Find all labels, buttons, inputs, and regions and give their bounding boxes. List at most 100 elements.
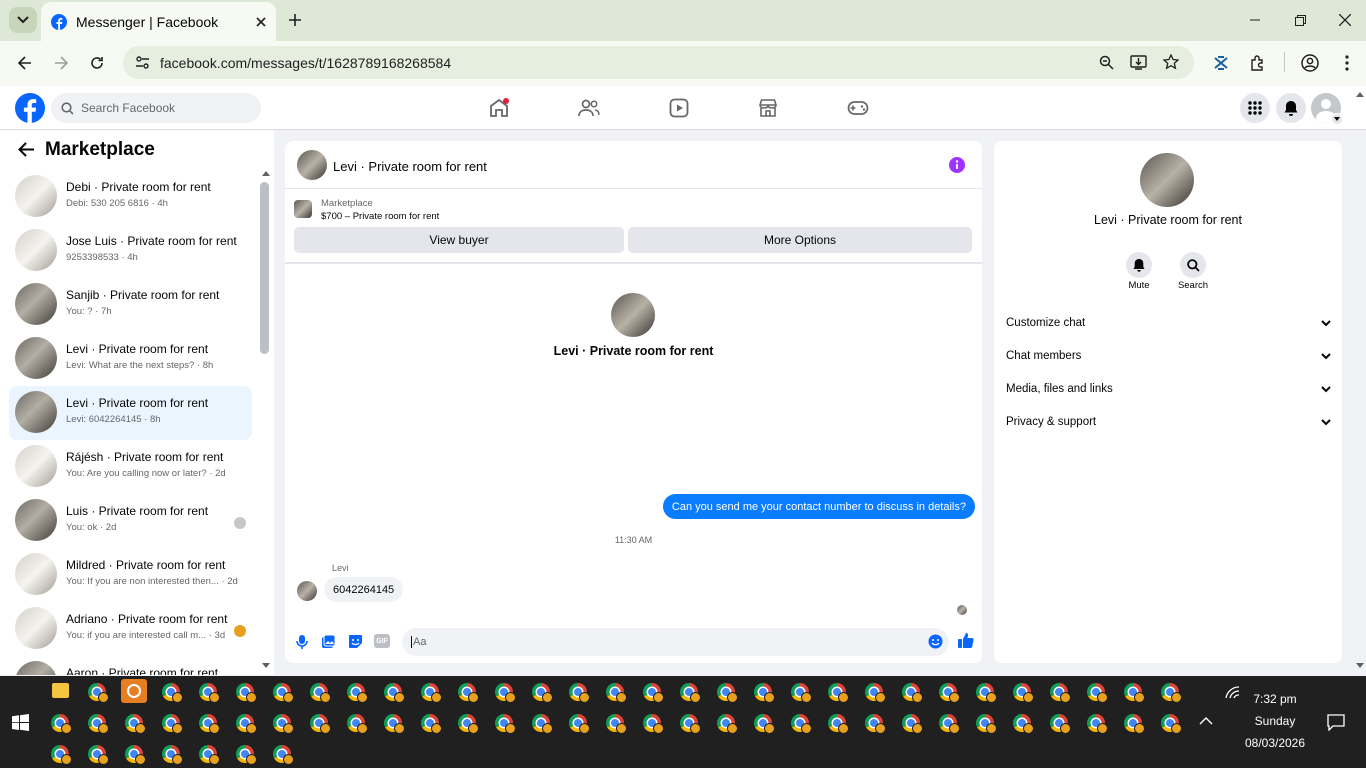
chrome-taskbar-icon[interactable] bbox=[384, 714, 405, 734]
chrome-taskbar-icon[interactable] bbox=[569, 683, 590, 703]
chrome-taskbar-icon[interactable] bbox=[643, 683, 664, 703]
chat-header-name[interactable]: Levi · Private room for rent bbox=[333, 159, 487, 174]
chrome-taskbar-icon[interactable] bbox=[532, 714, 553, 734]
chrome-taskbar-icon[interactable] bbox=[458, 714, 479, 734]
nav-home[interactable] bbox=[477, 94, 521, 122]
facebook-search[interactable]: Search Facebook bbox=[51, 93, 261, 123]
conversation-row[interactable]: Levi · Private room for rent Levi: 604226… bbox=[9, 386, 252, 440]
sticker-icon[interactable] bbox=[348, 634, 363, 649]
conversation-row[interactable]: Aaron · Private room for rent bbox=[9, 656, 252, 675]
chrome-taskbar-icon[interactable] bbox=[606, 714, 627, 734]
tab-search-dropdown[interactable] bbox=[9, 7, 37, 33]
chrome-taskbar-icon[interactable] bbox=[1013, 714, 1034, 734]
scroll-down-arrow[interactable] bbox=[262, 663, 270, 669]
chrome-taskbar-icon[interactable] bbox=[717, 683, 738, 703]
chrome-taskbar-icon[interactable] bbox=[236, 745, 257, 765]
media-files-links-section[interactable]: Media, files and links bbox=[1006, 378, 1331, 400]
chrome-taskbar-icon[interactable] bbox=[976, 714, 997, 734]
message-input[interactable]: Aa bbox=[402, 628, 949, 656]
sync-app-icon[interactable] bbox=[121, 679, 147, 703]
chrome-taskbar-icon[interactable] bbox=[51, 745, 72, 765]
microphone-icon[interactable] bbox=[296, 634, 308, 650]
extension-button[interactable] bbox=[1207, 49, 1235, 77]
file-explorer-icon[interactable] bbox=[52, 683, 69, 698]
chrome-taskbar-icon[interactable] bbox=[532, 683, 553, 703]
back-arrow-icon[interactable] bbox=[18, 142, 35, 157]
chrome-taskbar-icon[interactable] bbox=[1087, 683, 1108, 703]
minimize-button[interactable] bbox=[1232, 0, 1278, 40]
chrome-taskbar-icon[interactable] bbox=[1161, 683, 1182, 703]
chrome-taskbar-icon[interactable] bbox=[1124, 714, 1145, 734]
chrome-taskbar-icon[interactable] bbox=[1050, 683, 1071, 703]
install-app-icon[interactable] bbox=[1130, 55, 1147, 70]
chrome-taskbar-icon[interactable] bbox=[1050, 714, 1071, 734]
conversation-row[interactable]: Adriano · Private room for rent You: if y… bbox=[9, 602, 252, 656]
chrome-taskbar-icon[interactable] bbox=[791, 683, 812, 703]
notification-center-icon[interactable] bbox=[1327, 714, 1345, 731]
close-window-button[interactable] bbox=[1322, 0, 1366, 40]
reload-button[interactable] bbox=[83, 49, 111, 77]
chrome-taskbar-icon[interactable] bbox=[199, 714, 220, 734]
facebook-logo-icon[interactable] bbox=[15, 93, 45, 123]
incoming-message[interactable]: 6042264145 bbox=[324, 577, 404, 602]
chrome-taskbar-icon[interactable] bbox=[680, 683, 701, 703]
chrome-taskbar-icon[interactable] bbox=[162, 745, 183, 765]
chrome-taskbar-icon[interactable] bbox=[458, 683, 479, 703]
conversation-row[interactable]: Jose Luis · Private room for rent 9253398… bbox=[9, 224, 252, 278]
extensions-menu-button[interactable] bbox=[1244, 49, 1272, 77]
restore-button[interactable] bbox=[1277, 0, 1323, 40]
chrome-taskbar-icon[interactable] bbox=[1161, 714, 1182, 734]
windows-start-icon[interactable] bbox=[12, 714, 29, 731]
clock-time[interactable]: 7:32 pm bbox=[1240, 692, 1310, 706]
chrome-taskbar-icon[interactable] bbox=[236, 714, 257, 734]
chrome-taskbar-icon[interactable] bbox=[347, 683, 368, 703]
more-options-button[interactable]: More Options bbox=[628, 227, 972, 253]
chat-avatar[interactable] bbox=[297, 150, 327, 180]
chrome-taskbar-icon[interactable] bbox=[88, 683, 109, 703]
conversation-row[interactable]: Debi · Private room for rent Debi: 530 20… bbox=[9, 170, 252, 224]
privacy-support-section[interactable]: Privacy & support bbox=[1006, 411, 1331, 433]
chrome-taskbar-icon[interactable] bbox=[125, 714, 146, 734]
close-tab-icon[interactable] bbox=[256, 16, 266, 27]
chrome-taskbar-icon[interactable] bbox=[495, 683, 516, 703]
photo-icon[interactable] bbox=[321, 634, 336, 649]
search-conversation-button[interactable] bbox=[1180, 252, 1206, 278]
url-text[interactable]: facebook.com/messages/t/1628789168268584 bbox=[160, 55, 451, 71]
profile-button[interactable] bbox=[1296, 49, 1324, 77]
chrome-taskbar-icon[interactable] bbox=[384, 683, 405, 703]
chrome-taskbar-icon[interactable] bbox=[717, 714, 738, 734]
page-scroll-down-arrow[interactable] bbox=[1356, 663, 1364, 669]
chrome-taskbar-icon[interactable] bbox=[865, 683, 886, 703]
chrome-taskbar-icon[interactable] bbox=[273, 683, 294, 703]
chrome-taskbar-icon[interactable] bbox=[88, 714, 109, 734]
chrome-taskbar-icon[interactable] bbox=[495, 714, 516, 734]
zoom-icon[interactable] bbox=[1099, 55, 1114, 70]
chrome-taskbar-icon[interactable] bbox=[125, 745, 146, 765]
chrome-taskbar-icon[interactable] bbox=[236, 683, 257, 703]
chrome-taskbar-icon[interactable] bbox=[939, 714, 960, 734]
chrome-taskbar-icon[interactable] bbox=[828, 714, 849, 734]
conversation-row[interactable]: Luis · Private room for rent You: ok · 2d bbox=[9, 494, 252, 548]
chrome-taskbar-icon[interactable] bbox=[643, 714, 664, 734]
notifications-button[interactable] bbox=[1276, 93, 1306, 123]
chrome-taskbar-icon[interactable] bbox=[865, 714, 886, 734]
chrome-taskbar-icon[interactable] bbox=[199, 683, 220, 703]
chrome-taskbar-icon[interactable] bbox=[606, 683, 627, 703]
chevron-up-icon[interactable] bbox=[1199, 716, 1213, 725]
chrome-taskbar-icon[interactable] bbox=[88, 745, 109, 765]
chrome-taskbar-icon[interactable] bbox=[1087, 714, 1108, 734]
details-avatar[interactable] bbox=[1140, 153, 1194, 207]
nav-friends[interactable] bbox=[567, 94, 611, 122]
chrome-taskbar-icon[interactable] bbox=[754, 714, 775, 734]
new-tab-button[interactable] bbox=[283, 8, 307, 32]
clock-date[interactable]: 08/03/2026 bbox=[1240, 736, 1310, 750]
chrome-taskbar-icon[interactable] bbox=[976, 683, 997, 703]
mute-button[interactable] bbox=[1126, 252, 1152, 278]
conversation-row[interactable]: Levi · Private room for rent Levi: What a… bbox=[9, 332, 252, 386]
chrome-taskbar-icon[interactable] bbox=[310, 683, 331, 703]
address-bar[interactable]: facebook.com/messages/t/1628789168268584 bbox=[123, 46, 1194, 79]
chrome-taskbar-icon[interactable] bbox=[421, 683, 442, 703]
browser-tab[interactable]: Messenger | Facebook bbox=[41, 2, 276, 41]
info-icon[interactable] bbox=[949, 157, 965, 173]
chrome-taskbar-icon[interactable] bbox=[310, 714, 331, 734]
